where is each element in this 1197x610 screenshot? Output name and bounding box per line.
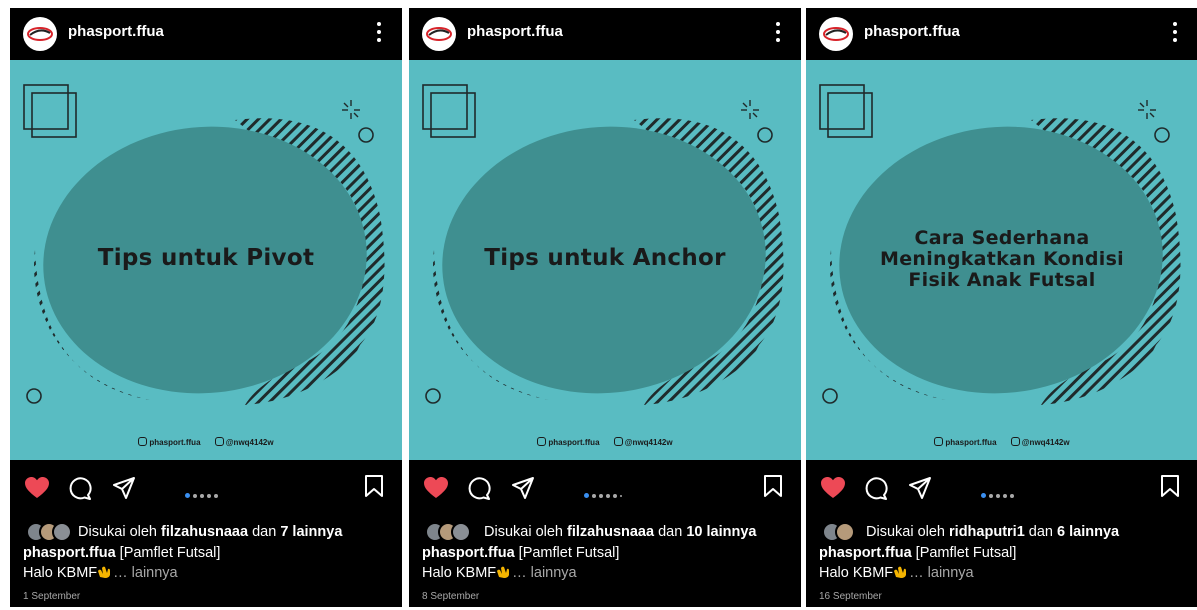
caption-username[interactable]: phasport.ffua xyxy=(819,545,912,561)
comment-icon[interactable] xyxy=(864,477,888,501)
likes-user[interactable]: filzahusnaaa xyxy=(161,524,248,540)
likes-row[interactable]: Disukai oleh filzahusnaaa dan 7 lainnya xyxy=(26,522,396,544)
post-headline: Tips untuk Pivot xyxy=(97,245,315,271)
instagram-icon xyxy=(537,437,547,446)
more-options-icon[interactable] xyxy=(775,22,781,44)
likes-text: Disukai oleh filzahusnaaa dan 7 lainnya xyxy=(78,524,343,540)
post-header: phasport.ffua xyxy=(806,8,1197,60)
post-image[interactable]: Tips untuk Anchor phasport.ffua @nwq4142… xyxy=(409,60,801,460)
post-headline: Tips untuk Anchor xyxy=(484,245,726,271)
likes-others[interactable]: 7 lainnya xyxy=(280,524,342,540)
clapping-hands-icon xyxy=(98,566,111,578)
post-headline: Cara Sederhana Meningkatkan Kondisi Fisi… xyxy=(879,227,1124,291)
post-caption: phasport.ffua [Pamflet Futsal] xyxy=(23,545,221,561)
profile-avatar[interactable] xyxy=(23,17,57,51)
more-options-icon[interactable] xyxy=(1172,22,1178,44)
instagram-post: phasport.ffua Tips untuk Pivot phasport.… xyxy=(10,8,402,607)
likes-user[interactable]: filzahusnaaa xyxy=(567,524,654,540)
bookmark-icon[interactable] xyxy=(763,474,783,498)
caption-second-line: Halo KBMF… lainnya xyxy=(819,565,974,581)
post-date: 8 September xyxy=(422,591,480,602)
likes-others[interactable]: 10 lainnya xyxy=(686,524,756,540)
share-icon[interactable] xyxy=(511,476,535,500)
post-credits: phasport.ffua @nwq4142w xyxy=(10,437,402,447)
share-icon[interactable] xyxy=(112,476,136,500)
clapping-hands-icon xyxy=(497,566,510,578)
more-link[interactable]: … lainnya xyxy=(113,565,177,581)
line-icon xyxy=(214,437,224,446)
post-credits: phasport.ffua @nwq4142w xyxy=(806,437,1197,447)
post-caption: phasport.ffua [Pamflet Futsal] xyxy=(422,545,620,561)
post-username[interactable]: phasport.ffua xyxy=(467,23,563,40)
more-options-icon[interactable] xyxy=(376,22,382,44)
post-header: phasport.ffua xyxy=(10,8,402,60)
post-username[interactable]: phasport.ffua xyxy=(68,23,164,40)
post-username[interactable]: phasport.ffua xyxy=(864,23,960,40)
bookmark-icon[interactable] xyxy=(364,474,384,498)
clapping-hands-icon xyxy=(894,566,907,578)
line-icon xyxy=(1010,437,1020,446)
post-image[interactable]: Tips untuk Pivot phasport.ffua @nwq4142w xyxy=(10,60,402,460)
likes-user[interactable]: ridhaputri1 xyxy=(949,524,1025,540)
like-heart-icon[interactable] xyxy=(423,476,449,500)
credit-line: @nwq4142w xyxy=(1010,437,1070,447)
post-actions xyxy=(10,460,402,516)
caption-second-line: Halo KBMF… lainnya xyxy=(23,565,178,581)
post-caption: phasport.ffua [Pamflet Futsal] xyxy=(819,545,1017,561)
carousel-indicator xyxy=(584,487,625,499)
credit-line: @nwq4142w xyxy=(613,437,673,447)
comment-icon[interactable] xyxy=(467,477,491,501)
profile-avatar[interactable] xyxy=(422,17,456,51)
share-icon[interactable] xyxy=(908,476,932,500)
bookmark-icon[interactable] xyxy=(1160,474,1180,498)
credit-instagram: phasport.ffua xyxy=(934,437,997,447)
likes-row[interactable]: Disukai oleh filzahusnaaa dan 10 lainnya xyxy=(425,522,795,544)
caption-username[interactable]: phasport.ffua xyxy=(422,545,515,561)
carousel-indicator xyxy=(981,487,1017,499)
carousel-indicator xyxy=(185,487,221,499)
credit-instagram: phasport.ffua xyxy=(138,437,201,447)
post-header: phasport.ffua xyxy=(409,8,801,60)
likes-text: Disukai oleh filzahusnaaa dan 10 lainnya xyxy=(484,524,757,540)
like-heart-icon[interactable] xyxy=(24,476,50,500)
credit-instagram: phasport.ffua xyxy=(537,437,600,447)
like-heart-icon[interactable] xyxy=(820,476,846,500)
instagram-post: phasport.ffua Cara Sederhana Meningkatka… xyxy=(806,8,1197,607)
credit-line: @nwq4142w xyxy=(214,437,274,447)
post-actions xyxy=(409,460,801,516)
post-actions xyxy=(806,460,1197,516)
post-credits: phasport.ffua @nwq4142w xyxy=(409,437,801,447)
post-date: 1 September xyxy=(23,591,81,602)
instagram-icon xyxy=(934,437,944,446)
post-image[interactable]: Cara Sederhana Meningkatkan Kondisi Fisi… xyxy=(806,60,1197,460)
instagram-post: phasport.ffua Tips untuk Anchor phasport… xyxy=(409,8,801,607)
post-date: 16 September xyxy=(819,591,882,602)
instagram-icon xyxy=(138,437,148,446)
likes-others[interactable]: 6 lainnya xyxy=(1057,524,1119,540)
more-link[interactable]: … lainnya xyxy=(909,565,973,581)
line-icon xyxy=(613,437,623,446)
likes-row[interactable]: Disukai oleh ridhaputri1 dan 6 lainnya xyxy=(822,522,1192,544)
likes-text: Disukai oleh ridhaputri1 dan 6 lainnya xyxy=(866,524,1120,540)
caption-second-line: Halo KBMF… lainnya xyxy=(422,565,577,581)
profile-avatar[interactable] xyxy=(819,17,853,51)
more-link[interactable]: … lainnya xyxy=(512,565,576,581)
caption-username[interactable]: phasport.ffua xyxy=(23,545,116,561)
comment-icon[interactable] xyxy=(68,477,92,501)
